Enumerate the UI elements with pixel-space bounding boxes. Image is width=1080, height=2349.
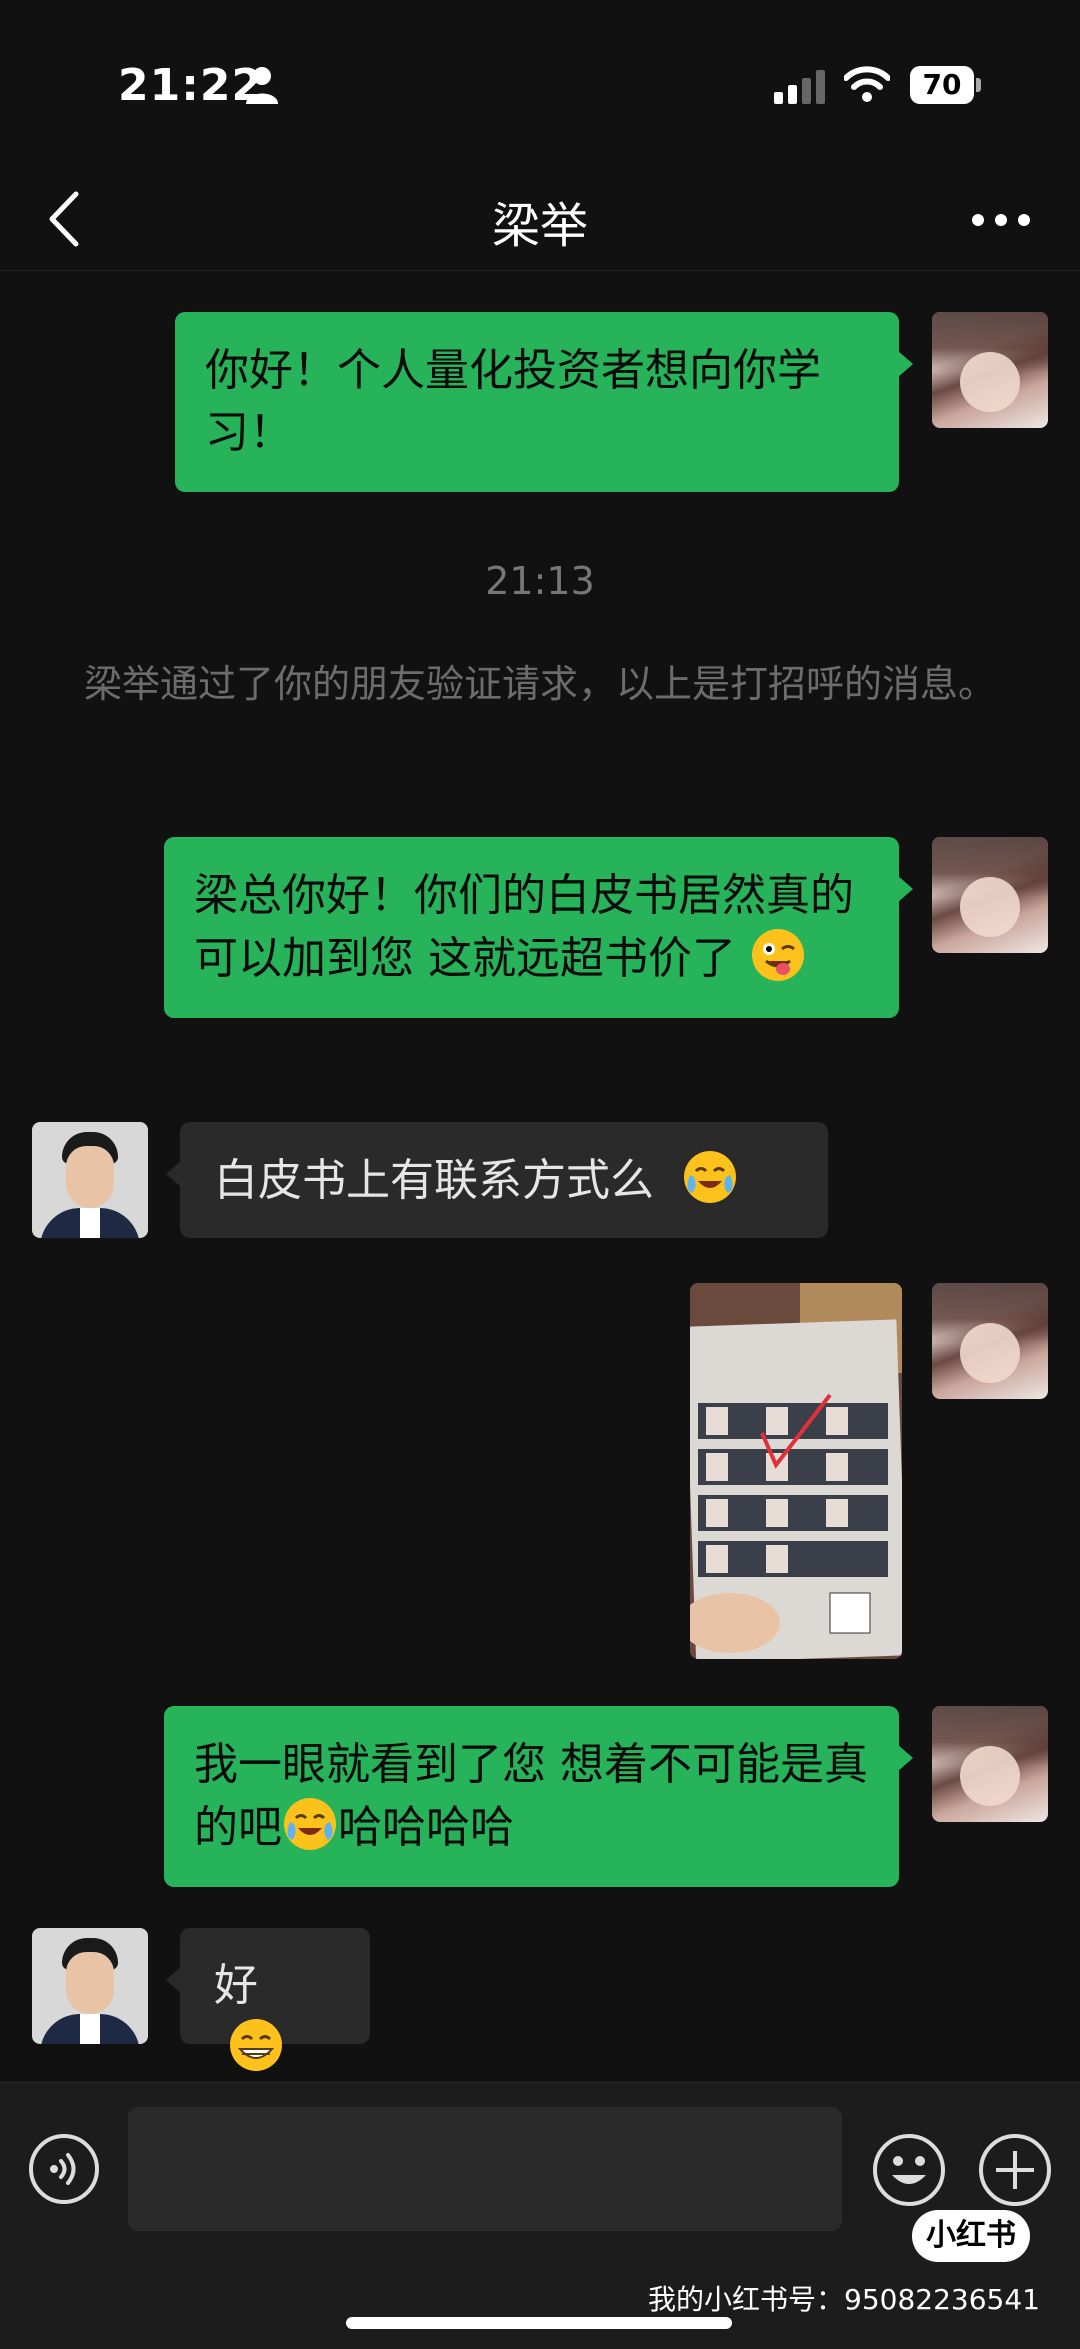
more-dots-icon[interactable] — [968, 200, 1034, 240]
winking-tongue-emoji-icon — [752, 929, 804, 981]
avatar-self[interactable] — [932, 837, 1048, 953]
xiaohongshu-logo: 小红书 — [912, 2210, 1030, 2262]
person-icon — [246, 67, 278, 104]
voice-icon[interactable] — [28, 2133, 100, 2205]
grinning-emoji-icon — [230, 2019, 282, 2071]
chat-list[interactable]: 你好！个人量化投资者想向你学习！ 21:13 梁举通过了你的朋友验证请求，以上是… — [0, 271, 1080, 2081]
chat-title: 梁举 — [491, 198, 588, 254]
photo-message[interactable] — [690, 1283, 902, 1659]
message-bubble-outgoing[interactable]: 我一眼就看到了您 想着不可能是真的吧 哈哈哈哈 — [164, 1706, 913, 1887]
message-bubble-incoming[interactable]: 白皮书上有联系方式么 — [166, 1122, 828, 1238]
emoji-icon[interactable] — [872, 2133, 946, 2207]
avatar-self[interactable] — [932, 312, 1048, 428]
signal-icon — [774, 70, 825, 104]
avatar-contact[interactable] — [32, 1928, 148, 2044]
battery-level: 70 — [922, 68, 962, 101]
message-text: 你好！个人量化投资者想向你学习！ — [205, 345, 821, 458]
message-bubble-outgoing[interactable]: 梁总你好！你们的白皮书居然真的可以加到您 这就远超书价了 — [164, 837, 913, 1018]
message-text: 哈哈哈哈 — [338, 1802, 514, 1853]
watermark-text: 我的小红书号：95082236541 — [648, 2283, 1040, 2316]
battery-icon: 70 — [910, 66, 982, 106]
tears-of-joy-emoji-icon — [684, 1151, 736, 1203]
message-bubble-outgoing[interactable]: 你好！个人量化投资者想向你学习！ — [175, 312, 913, 492]
tears-of-joy-emoji-icon — [284, 1798, 336, 1850]
home-indicator[interactable] — [346, 2317, 732, 2329]
message-timestamp: 21:13 — [485, 559, 595, 603]
avatar-self[interactable] — [932, 1283, 1048, 1399]
message-bubble-incoming[interactable]: 好 — [166, 1928, 370, 2071]
avatar-contact[interactable] — [32, 1122, 148, 1238]
message-text: 好 — [214, 1960, 258, 2011]
status-time: 21:22 — [118, 60, 264, 111]
message-input[interactable] — [128, 2107, 842, 2231]
photo-thumbnail — [690, 1283, 902, 1659]
status-bar: 21:22 70 — [0, 0, 1080, 170]
system-message: 梁举通过了你的朋友验证请求，以上是打招呼的消息。 — [83, 662, 996, 706]
plus-icon[interactable] — [978, 2133, 1052, 2207]
avatar-self[interactable] — [932, 1706, 1048, 1822]
message-text: 白皮书上有联系方式么 — [214, 1155, 654, 1206]
wifi-icon — [844, 66, 890, 102]
nav-bar: 梁举 — [0, 170, 1080, 271]
